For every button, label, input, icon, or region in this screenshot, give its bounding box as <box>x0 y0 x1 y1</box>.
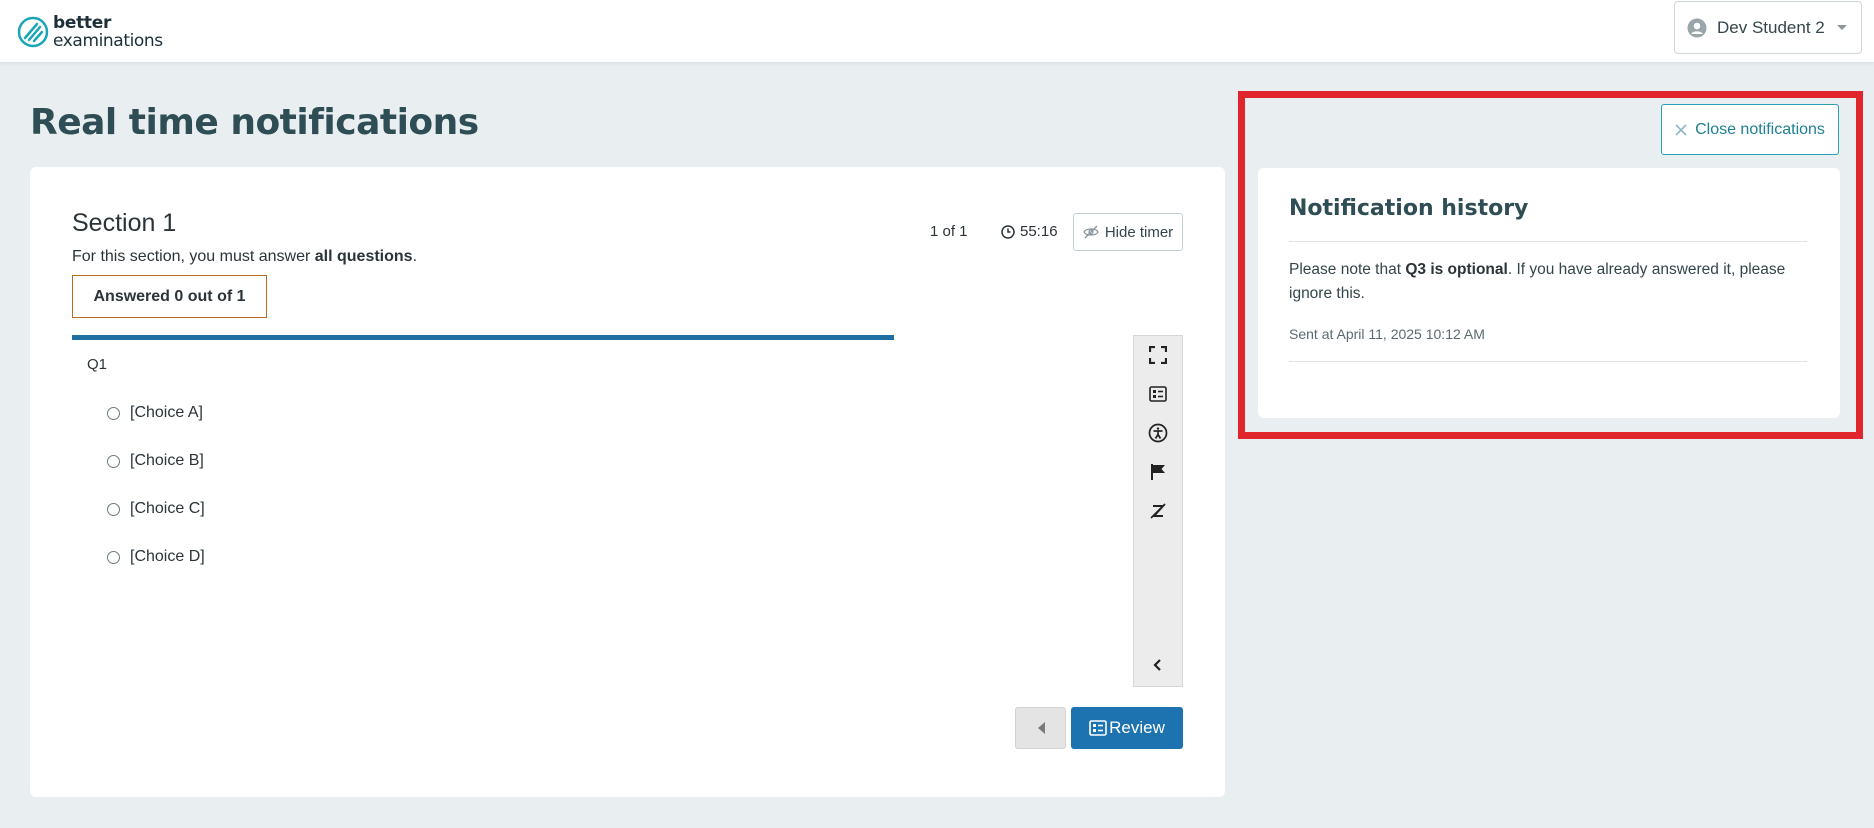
better-examinations-logo[interactable]: better examinations <box>17 14 163 50</box>
collapse-icon[interactable] <box>1147 654 1169 676</box>
notification-history-card: Notification history Please note that Q3… <box>1258 168 1840 418</box>
notification-message-text: Please note that <box>1289 261 1406 278</box>
user-menu-button[interactable]: Dev Student 2 <box>1674 1 1862 54</box>
hide-timer-label: Hide timer <box>1104 223 1174 241</box>
clock-icon <box>1001 224 1015 239</box>
question-toolbar <box>1133 335 1183 687</box>
choice-a[interactable]: [Choice A] <box>107 404 203 422</box>
logo-line-1: better <box>53 13 112 33</box>
choice-d[interactable]: [Choice D] <box>107 548 205 566</box>
divider <box>1289 361 1807 362</box>
previous-button[interactable] <box>1015 707 1066 749</box>
review-list-icon <box>1089 720 1107 736</box>
choice-label: [Choice D] <box>130 548 205 565</box>
strikethrough-icon[interactable] <box>1147 500 1169 522</box>
notification-message-emphasis: Q3 is optional <box>1405 261 1508 278</box>
eye-slash-icon <box>1083 225 1099 239</box>
page-title: Real time notifications <box>30 102 479 143</box>
user-avatar-icon <box>1687 18 1707 37</box>
chevron-down-icon <box>1836 25 1847 30</box>
radio-button[interactable] <box>107 454 120 468</box>
user-name: Dev Student 2 <box>1717 17 1825 37</box>
notification-history-title: Notification history <box>1289 196 1529 221</box>
exam-card: Section 1 For this section, you must ans… <box>30 167 1225 797</box>
logo-text: better examinations <box>53 14 163 50</box>
timer: 55:16 <box>1001 223 1058 240</box>
answered-count-badge: Answered 0 out of 1 <box>72 275 267 318</box>
accessibility-icon[interactable] <box>1147 422 1169 444</box>
choice-label: [Choice B] <box>130 452 204 469</box>
close-icon <box>1675 123 1687 136</box>
page-counter: 1 of 1 <box>930 223 968 240</box>
section-desc-emphasis: all questions <box>314 248 413 265</box>
radio-button[interactable] <box>107 550 120 564</box>
section-title: Section 1 <box>72 209 177 237</box>
question-progress-bar <box>72 335 894 340</box>
question-list-icon[interactable] <box>1147 383 1169 405</box>
hide-timer-button[interactable]: Hide timer <box>1073 213 1183 251</box>
question-number: Q1 <box>87 356 108 373</box>
section-desc-end: . <box>412 248 418 265</box>
choice-b[interactable]: [Choice B] <box>107 452 204 470</box>
fullscreen-icon[interactable] <box>1147 344 1169 366</box>
notification-message: Please note that Q3 is optional. If you … <box>1289 258 1807 306</box>
close-notifications-label: Close notifications <box>1695 120 1825 138</box>
choice-label: [Choice A] <box>130 404 203 421</box>
logo-line-2: examinations <box>53 31 163 51</box>
notification-timestamp: Sent at April 11, 2025 10:12 AM <box>1289 326 1485 342</box>
section-description: For this section, you must answer all qu… <box>72 248 417 266</box>
close-notifications-button[interactable]: Close notifications <box>1661 104 1839 155</box>
review-button[interactable]: Review <box>1071 707 1183 749</box>
radio-button[interactable] <box>107 502 120 516</box>
radio-button[interactable] <box>107 406 120 420</box>
timer-value: 55:16 <box>1020 223 1058 240</box>
top-header: better examinations Dev Student 2 <box>0 0 1874 63</box>
section-desc-text: For this section, you must answer <box>72 248 315 265</box>
caret-left-icon <box>1037 722 1045 734</box>
choice-c[interactable]: [Choice C] <box>107 500 205 518</box>
review-label: Review <box>1109 718 1165 737</box>
logo-mark-icon <box>17 16 49 48</box>
divider <box>1289 241 1807 242</box>
choice-label: [Choice C] <box>130 500 205 517</box>
flag-icon[interactable] <box>1147 461 1169 483</box>
